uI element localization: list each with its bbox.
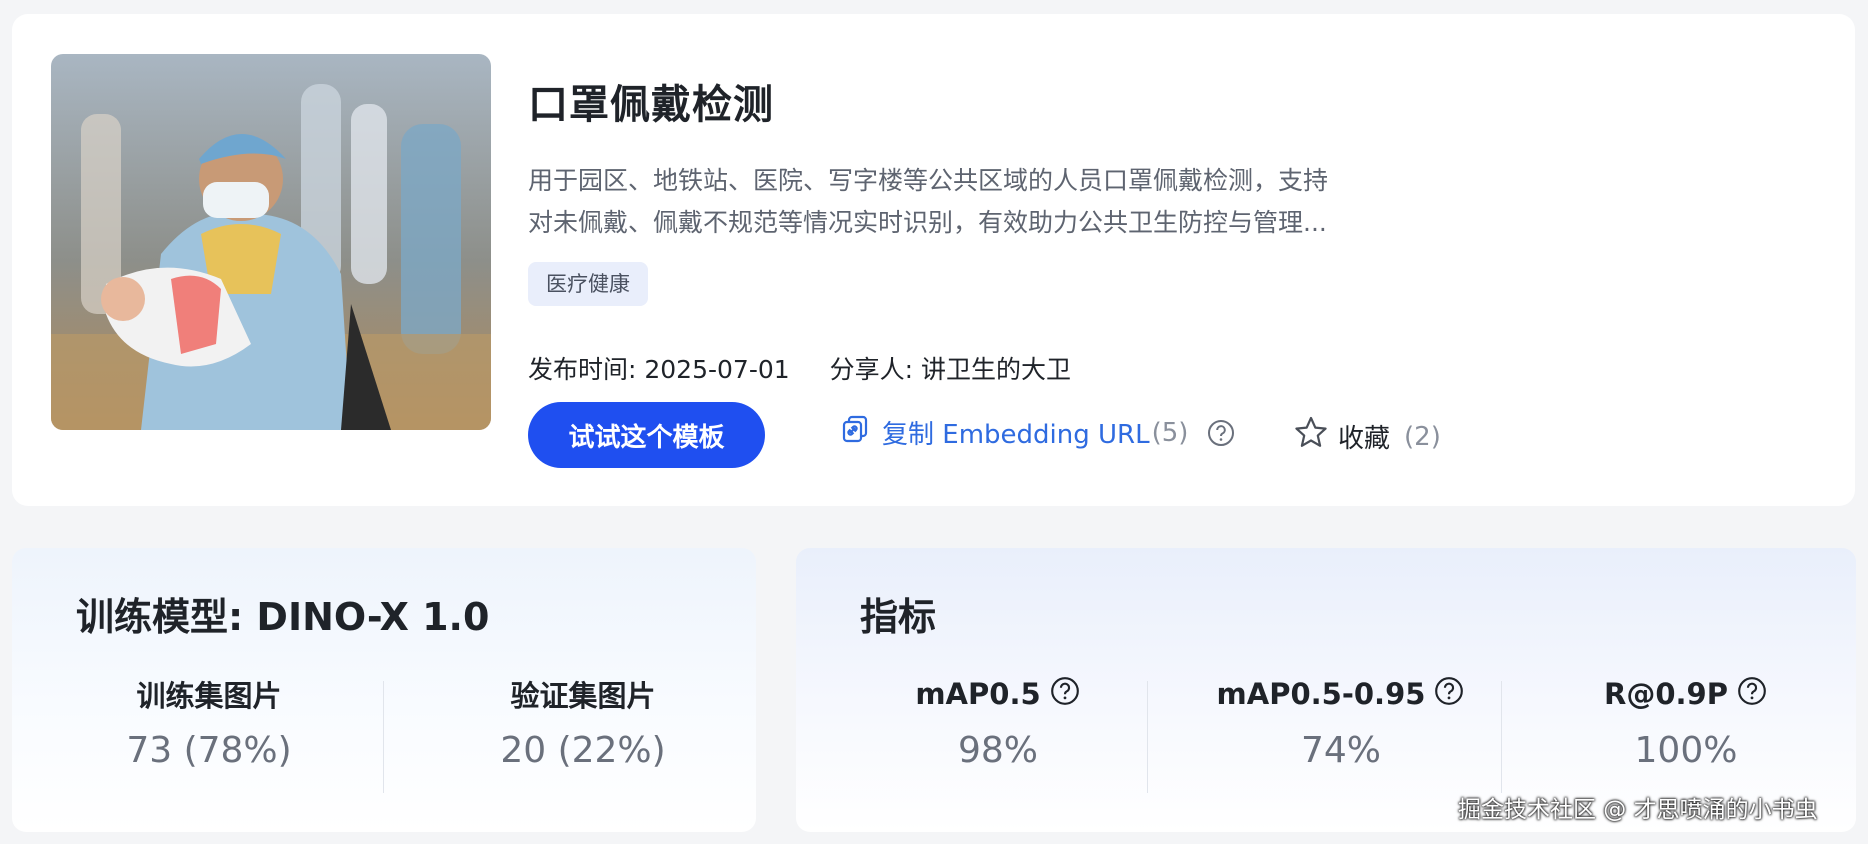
help-icon[interactable] bbox=[1206, 418, 1236, 448]
description-line: 用于园区、地铁站、医院、写字楼等公共区域的人员口罩佩戴检测，支持 bbox=[528, 166, 1329, 195]
favorite-label: 收藏 bbox=[1338, 424, 1391, 454]
favorite-button[interactable]: 收藏 (2) bbox=[1292, 414, 1441, 459]
metric-value: 74% bbox=[1300, 730, 1381, 771]
training-model-title: 训练模型: DINO-X 1.0 bbox=[76, 595, 490, 639]
try-template-button[interactable]: 试试这个模板 bbox=[528, 402, 765, 468]
metric-label-text: R@0.9P bbox=[1604, 677, 1728, 711]
divider bbox=[1501, 681, 1502, 793]
metric-label-text: mAP0.5-0.95 bbox=[1216, 677, 1426, 711]
train-images-value: 73 (78%) bbox=[126, 730, 292, 771]
template-thumbnail bbox=[51, 54, 491, 430]
val-images-label: 验证集图片 bbox=[510, 679, 656, 713]
divider bbox=[1147, 681, 1148, 793]
val-images-value: 20 (22%) bbox=[500, 730, 666, 771]
template-card: 口罩佩戴检测 用于园区、地铁站、医院、写字楼等公共区域的人员口罩佩戴检测，支持 … bbox=[12, 14, 1855, 506]
metric-r09p: R@0.9P 100% bbox=[1536, 674, 1836, 771]
metric-map50: mAP0.5 98% bbox=[848, 674, 1148, 771]
train-images-label: 训练集图片 bbox=[136, 679, 282, 713]
metric-label: R@0.9P bbox=[1536, 674, 1836, 714]
help-icon[interactable] bbox=[1049, 675, 1081, 714]
metrics-title: 指标 bbox=[860, 595, 937, 639]
training-card: 训练模型: DINO-X 1.0 训练集图片 73 (78%) 验证集图片 20… bbox=[12, 548, 756, 832]
metric-map50-95: mAP0.5-0.95 74% bbox=[1176, 674, 1506, 771]
sharer: 分享人: 讲卫生的大卫 bbox=[829, 355, 1072, 384]
template-title: 口罩佩戴检测 bbox=[528, 82, 774, 128]
val-images-stat: 验证集图片 20 (22%) bbox=[460, 674, 706, 771]
metric-label-text: mAP0.5 bbox=[915, 677, 1041, 711]
template-description: 用于园区、地铁站、医院、写字楼等公共区域的人员口罩佩戴检测，支持 对未佩戴、佩戴… bbox=[528, 160, 1448, 244]
copy-embedding-url-link[interactable]: 复制 Embedding URL (5) bbox=[840, 414, 1236, 451]
copy-count: (5) bbox=[1151, 417, 1189, 448]
copy-link-icon bbox=[840, 414, 870, 451]
metric-value: 98% bbox=[957, 730, 1038, 771]
favorite-count: (2) bbox=[1404, 421, 1441, 452]
metric-value: 100% bbox=[1634, 730, 1738, 771]
publish-date: 发布时间: 2025-07-01 bbox=[528, 355, 790, 384]
help-icon[interactable] bbox=[1433, 675, 1465, 714]
template-meta: 发布时间: 2025-07-01 分享人: 讲卫生的大卫 bbox=[528, 350, 1071, 386]
thumbnail-photo bbox=[51, 54, 491, 430]
help-icon[interactable] bbox=[1736, 675, 1768, 714]
divider bbox=[383, 681, 384, 793]
metric-label: mAP0.5-0.95 bbox=[1176, 674, 1506, 714]
star-icon bbox=[1292, 414, 1330, 459]
description-line: 对未佩戴、佩戴不规范等情况实时识别，有效助力公共卫生防控与管理... bbox=[528, 208, 1327, 237]
copy-link-label: 复制 Embedding URL bbox=[882, 420, 1150, 450]
category-tag[interactable]: 医疗健康 bbox=[528, 262, 648, 306]
watermark: 掘金技术社区 @ 才思喷涌的小书虫 bbox=[1458, 797, 1818, 823]
train-images-stat: 训练集图片 73 (78%) bbox=[86, 674, 332, 771]
metric-label: mAP0.5 bbox=[848, 674, 1148, 714]
